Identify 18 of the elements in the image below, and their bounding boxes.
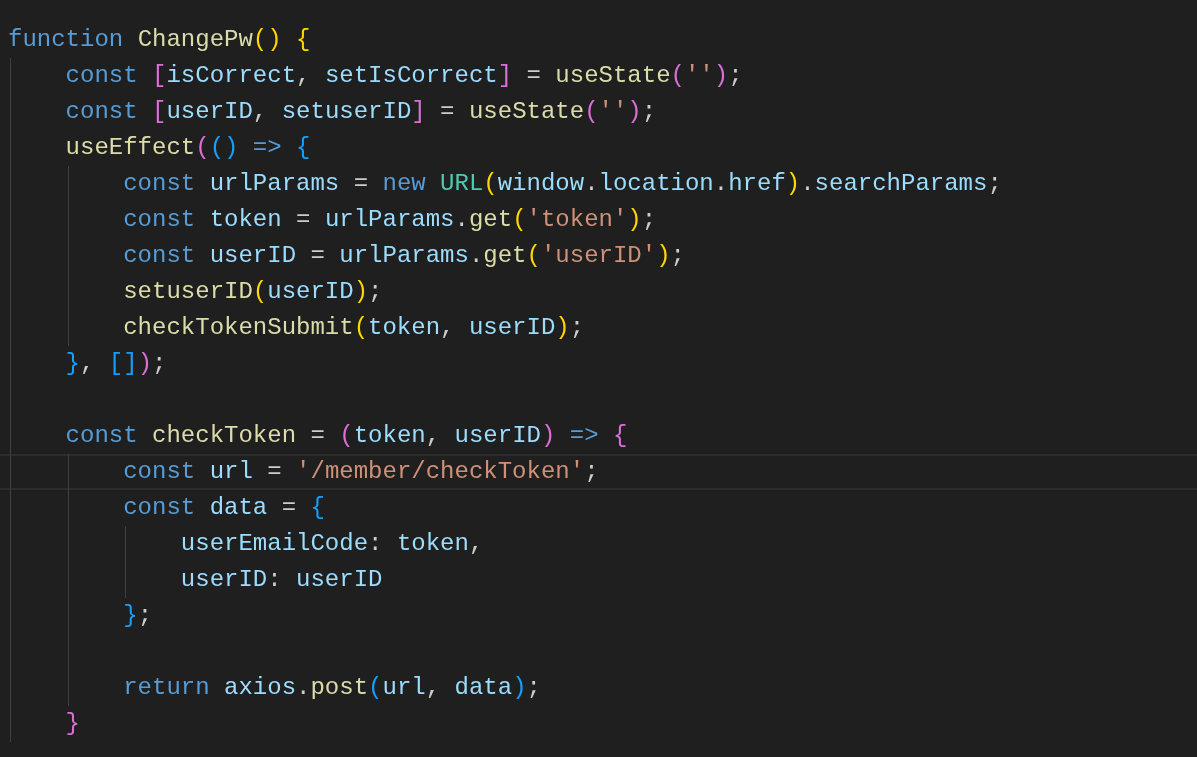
code-line: function ChangePw() { bbox=[8, 25, 311, 55]
code-line: const [isCorrect, setIsCorrect] = useState(''); bbox=[65, 61, 743, 91]
code-line: const data = { bbox=[123, 493, 325, 523]
code-line: userID: userID bbox=[180, 565, 383, 595]
code-line: useEffect(() => { bbox=[65, 133, 311, 163]
code-line: checkTokenSubmit(token, userID); bbox=[123, 313, 585, 343]
code-line: const urlParams = new URL(window.location.href).searchParams; bbox=[123, 169, 1002, 199]
code-line: }, []); bbox=[65, 349, 167, 379]
code-line: const url = '/member/checkToken'; bbox=[123, 457, 599, 487]
code-line: userEmailCode: token, bbox=[180, 529, 484, 559]
code-line: const checkToken = (token, userID) => { bbox=[65, 421, 628, 451]
code-line: setuserID(userID); bbox=[123, 277, 383, 307]
code-line: }; bbox=[123, 601, 153, 631]
code-line: const [userID, setuserID] = useState(''); bbox=[65, 97, 657, 127]
code-line: const userID = urlParams.get('userID'); bbox=[123, 241, 685, 271]
code-line: return axios.post(url, data); bbox=[123, 673, 541, 703]
code-line: } bbox=[65, 709, 80, 739]
code-line: const token = urlParams.get('token'); bbox=[123, 205, 657, 235]
